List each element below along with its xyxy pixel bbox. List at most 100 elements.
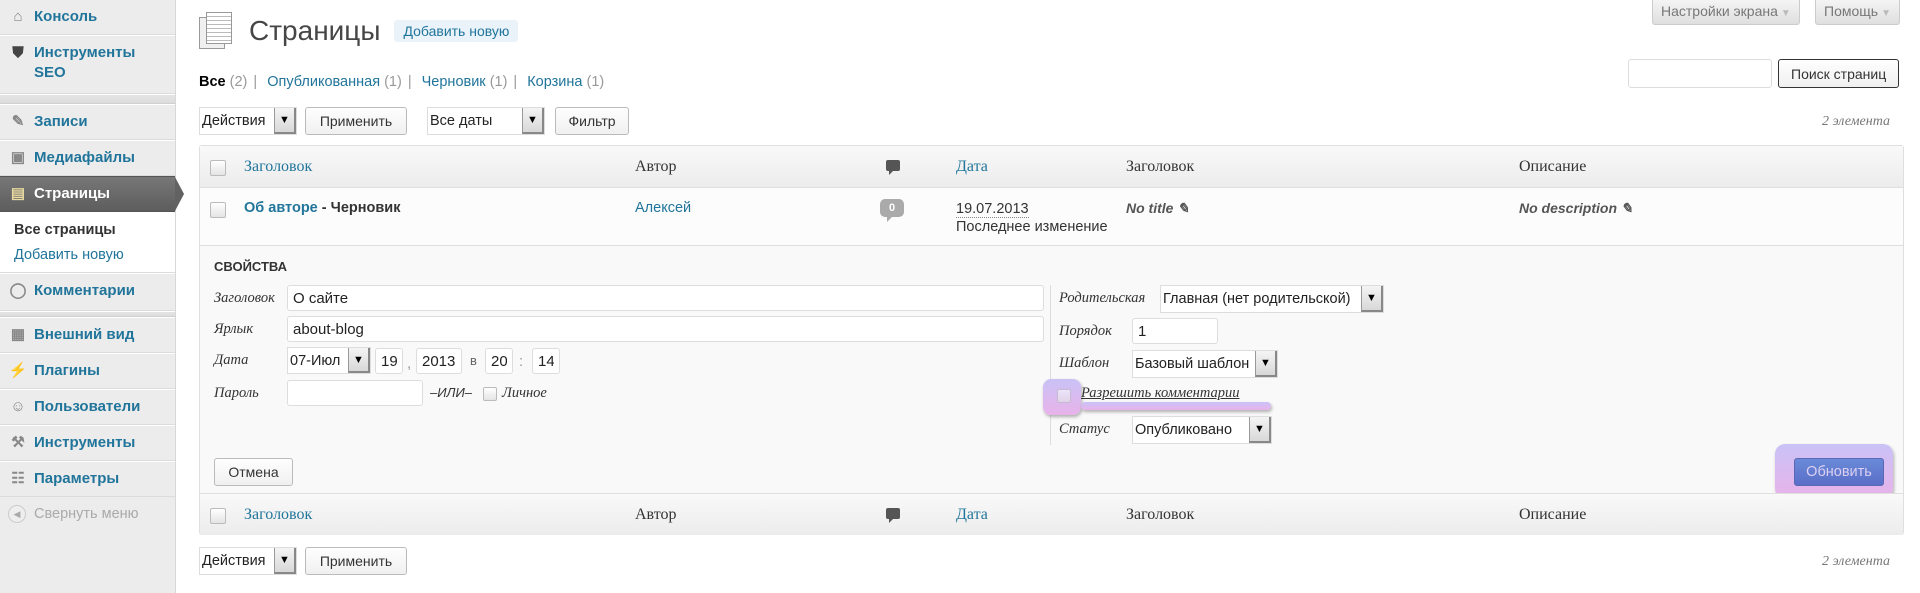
table-header: Заголовок Автор Дата Заголовок Описание: [200, 146, 1903, 188]
update-button[interactable]: Обновить: [1794, 458, 1884, 486]
slug-label: Ярлык: [214, 321, 254, 337]
filter-button[interactable]: Фильтр: [555, 107, 629, 135]
title-input[interactable]: [287, 285, 1044, 311]
bulk-actions-select[interactable]: Действия ▼: [199, 107, 297, 135]
column-seo-title-footer: Заголовок: [1126, 506, 1195, 523]
dates-select[interactable]: Все даты ▼: [427, 107, 545, 135]
row-description[interactable]: No description ✎: [1519, 200, 1633, 217]
day-input[interactable]: [375, 348, 403, 374]
status-select[interactable]: Опубликовано ▼: [1132, 416, 1272, 444]
sidebar-item-appearance[interactable]: ▦ Внешний вид: [0, 317, 175, 353]
users-icon: ☺: [10, 398, 26, 415]
comments-icon: [886, 508, 900, 523]
order-input[interactable]: [1132, 318, 1218, 344]
chevron-down-icon: ▼: [1780, 8, 1791, 19]
tablenav-top: Действия ▼ Применить Все даты ▼ Фильтр: [199, 107, 629, 135]
search-pages-button[interactable]: Поиск страниц: [1778, 59, 1900, 88]
page-header: Страницы Добавить новую: [199, 12, 519, 50]
sidebar-item-comments[interactable]: ◯ Комментарии: [0, 273, 175, 311]
column-date-footer[interactable]: Дата: [956, 506, 988, 524]
row-date: 19.07.2013 Последнее изменение: [956, 201, 1108, 235]
add-new-page-button[interactable]: Добавить новую: [394, 20, 519, 42]
password-label: Пароль: [214, 385, 259, 401]
allow-comments-checkbox[interactable]: [1057, 389, 1071, 403]
page-title: Страницы: [249, 15, 381, 46]
column-author: Автор: [635, 158, 677, 175]
pin-icon: ✎: [11, 113, 25, 130]
select-all-checkbox[interactable]: [210, 160, 226, 176]
sidebar-item-console[interactable]: ⌂ Консоль: [0, 0, 175, 35]
submenu-all-pages[interactable]: Все страницы: [14, 218, 175, 243]
pencil-icon: ✎: [1620, 200, 1633, 216]
quick-edit-panel: СВОЙСТВА Заголовок Ярлык Дата 07-Июл▼ , …: [200, 247, 1903, 498]
column-seo-title: Заголовок: [1126, 158, 1195, 175]
parent-select[interactable]: Главная (нет родительской) ▼: [1160, 285, 1384, 313]
filter-published[interactable]: Опубликованная: [267, 74, 380, 90]
column-date[interactable]: Дата: [956, 158, 988, 176]
submenu-add-new[interactable]: Добавить новую: [14, 243, 175, 268]
sidebar-item-settings[interactable]: ☷ Параметры: [0, 461, 175, 497]
collapse-arrow-icon: ◀: [8, 505, 26, 523]
allow-comments-label[interactable]: Разрешить комментарии: [1081, 385, 1240, 402]
pages-icon: ▤: [10, 185, 26, 202]
help-button[interactable]: Помощь ▼: [1815, 0, 1900, 25]
order-label: Порядок: [1059, 323, 1112, 339]
screen-options-button[interactable]: Настройки экрана ▼: [1652, 0, 1800, 25]
cancel-button[interactable]: Отмена: [214, 458, 293, 486]
sidebar-item-seo-tools[interactable]: ⛊ Инструменты SEO: [0, 35, 175, 94]
page-title-link[interactable]: Об авторе: [244, 200, 318, 216]
filter-trash[interactable]: Корзина: [527, 74, 582, 90]
chevron-down-icon: ▼: [522, 108, 544, 134]
filter-draft[interactable]: Черновик: [422, 74, 486, 90]
sidebar-item-media[interactable]: ▣ Медиафайлы: [0, 140, 175, 176]
sidebar-item-pages[interactable]: ▤ Страницы: [0, 176, 184, 212]
pages-table: Заголовок Автор Дата Заголовок Описание …: [199, 145, 1904, 535]
apply-button-bottom[interactable]: Применить: [305, 547, 407, 575]
collapse-menu[interactable]: ◀ Свернуть меню: [0, 497, 175, 531]
parent-label: Родительская: [1059, 290, 1146, 306]
minute-input[interactable]: [532, 348, 560, 374]
column-title[interactable]: Заголовок: [244, 158, 312, 176]
year-input[interactable]: [416, 348, 462, 374]
chevron-down-icon: ▼: [1881, 8, 1891, 19]
column-description: Описание: [1519, 158, 1587, 175]
status-label: Статус: [1059, 421, 1110, 437]
filter-all[interactable]: Все: [199, 74, 226, 90]
shield-icon: ⛊: [12, 44, 24, 61]
pages-submenu: Все страницы Добавить новую: [0, 212, 175, 273]
chevron-down-icon: ▼: [274, 108, 296, 134]
sidebar-item-posts[interactable]: ✎ Записи: [0, 104, 175, 140]
comment-count-badge[interactable]: 0: [880, 199, 904, 222]
column-description-footer: Описание: [1519, 506, 1587, 523]
search-box: Поиск страниц: [1628, 59, 1900, 88]
appearance-icon: ▦: [10, 326, 26, 343]
select-all-checkbox-footer[interactable]: [210, 508, 226, 524]
row-seo-title[interactable]: No title ✎: [1126, 200, 1189, 217]
hour-input[interactable]: [485, 348, 513, 374]
plug-icon: ⚡: [8, 362, 28, 379]
chevron-down-icon: ▼: [348, 348, 370, 373]
sidebar-item-plugins[interactable]: ⚡ Плагины: [0, 353, 175, 389]
status-filters: Все (2) | Опубликованная (1) | Черновик (1…: [199, 74, 605, 90]
slug-input[interactable]: [287, 316, 1044, 342]
row-checkbox[interactable]: [210, 202, 226, 218]
quick-edit-legend: СВОЙСТВА: [214, 259, 288, 274]
column-title-footer[interactable]: Заголовок: [244, 506, 312, 524]
search-input[interactable]: [1628, 59, 1772, 88]
sidebar-item-tools[interactable]: ⚒ Инструменты: [0, 425, 175, 461]
sidebar-item-users[interactable]: ☺ Пользователи: [0, 389, 175, 425]
bulk-actions-select-bottom[interactable]: Действия ▼: [199, 547, 297, 575]
chevron-down-icon: ▼: [274, 548, 296, 574]
comments-icon: [886, 160, 900, 175]
private-label: Личное: [502, 385, 547, 401]
house-icon: ⌂: [13, 8, 23, 25]
template-select[interactable]: Базовый шаблон ▼: [1132, 350, 1278, 378]
private-checkbox[interactable]: [483, 387, 497, 401]
month-select[interactable]: 07-Июл ▼: [287, 347, 371, 374]
chevron-down-icon: ▼: [1249, 417, 1271, 443]
apply-button[interactable]: Применить: [305, 107, 407, 135]
highlight-label-underline: [1081, 402, 1271, 410]
row-author-link[interactable]: Алексей: [635, 200, 691, 216]
menu-separator: [0, 94, 175, 104]
password-input[interactable]: [287, 380, 423, 406]
